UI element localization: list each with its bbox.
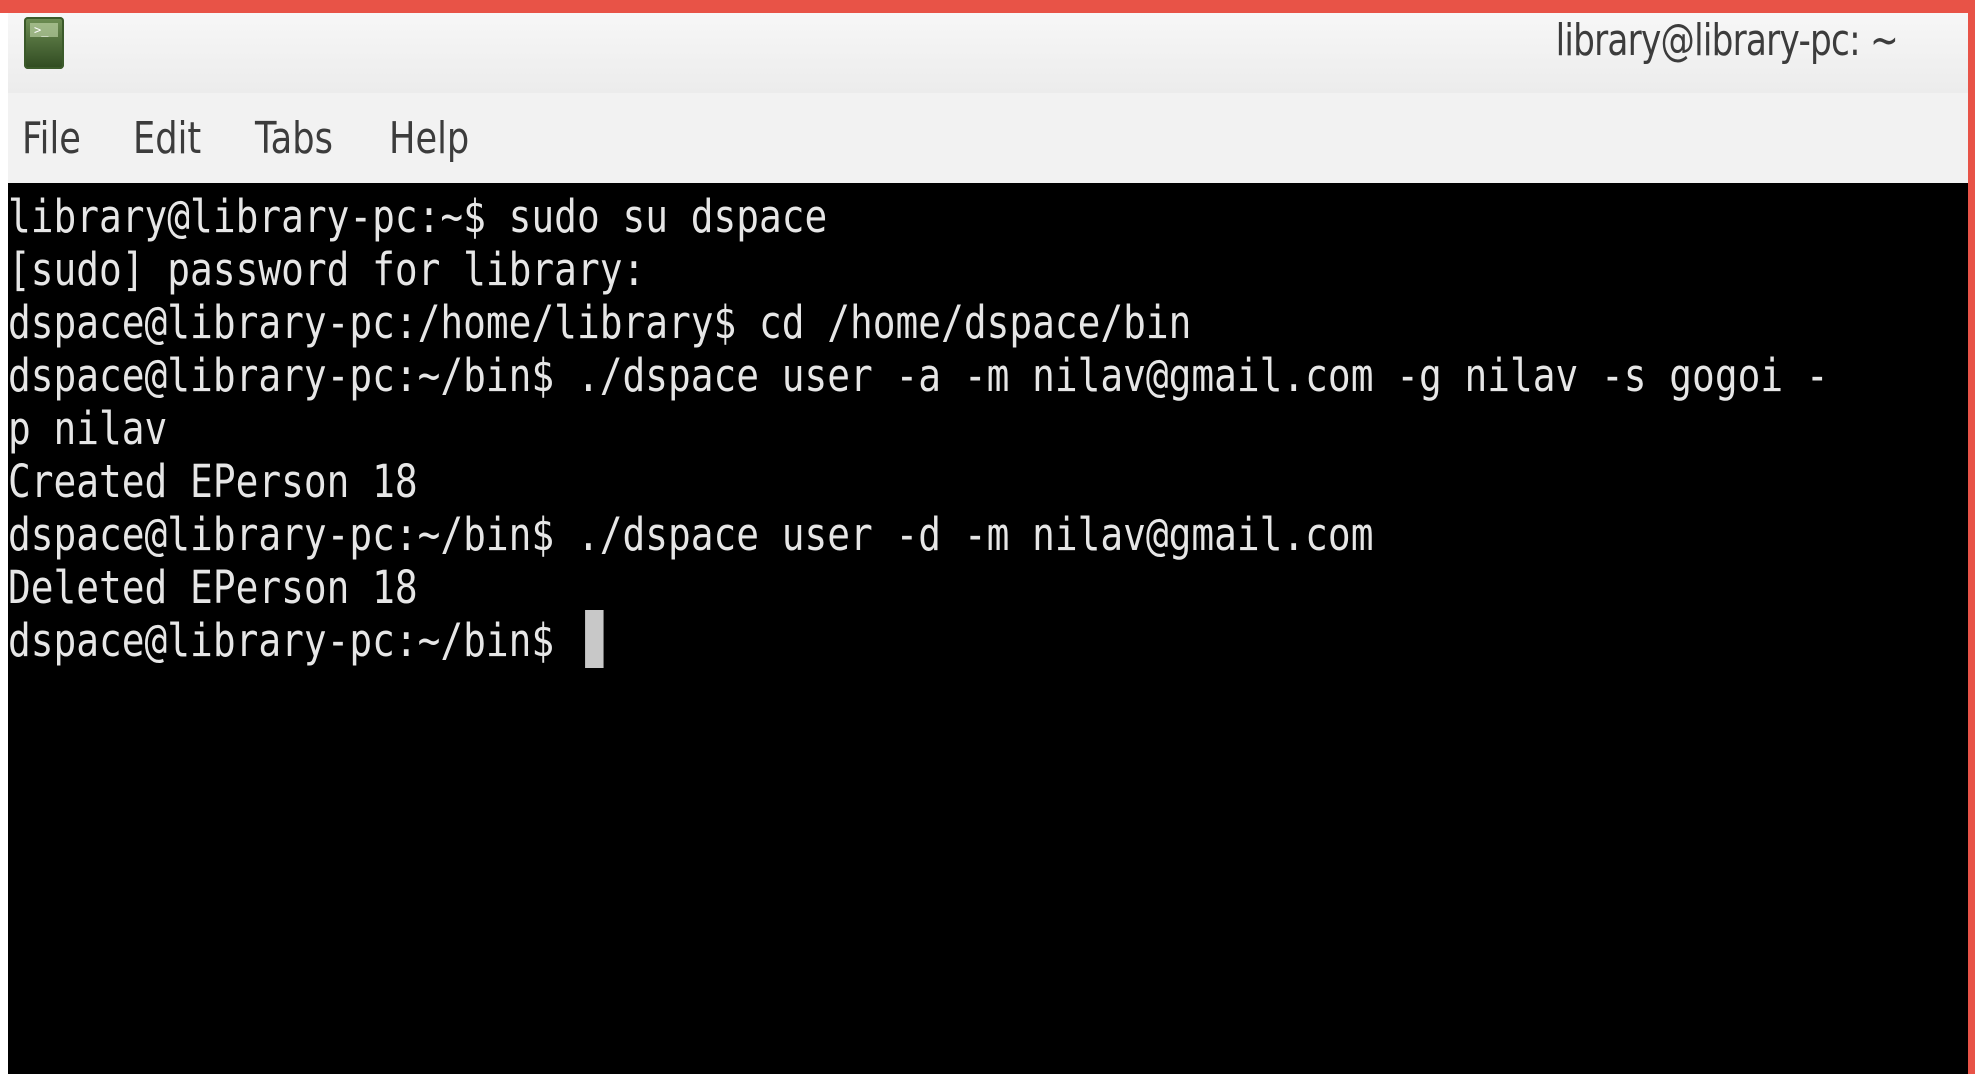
text-cursor [585, 610, 604, 668]
terminal-app-icon: >_ [24, 17, 64, 69]
menu-file[interactable]: File [22, 113, 81, 164]
menu-tabs[interactable]: Tabs [255, 113, 333, 164]
terminal-window: >_ library@library-pc: ~ File Edit Tabs … [8, 13, 1968, 1074]
prompt-glyph-icon: >_ [34, 23, 49, 37]
title-bar[interactable]: >_ library@library-pc: ~ [8, 13, 1968, 93]
menu-bar: File Edit Tabs Help [8, 93, 1968, 183]
accent-border-right [1967, 0, 1975, 1074]
menu-help[interactable]: Help [389, 113, 469, 164]
terminal-prompt-line[interactable]: dspace@library-pc:~/bin$ [8, 607, 604, 674]
window-title: library@library-pc: ~ [1555, 15, 1899, 66]
menu-edit[interactable]: Edit [133, 113, 201, 164]
terminal-prompt: dspace@library-pc:~/bin$ [8, 614, 577, 667]
accent-border-top [0, 0, 1975, 13]
terminal-output[interactable]: library@library-pc:~$ sudo su dspace [su… [8, 183, 1968, 1074]
terminal-line: dspace@library-pc:~/bin$ ./dspace user -… [8, 349, 1829, 402]
screenshot-frame: >_ library@library-pc: ~ File Edit Tabs … [0, 0, 1975, 1074]
